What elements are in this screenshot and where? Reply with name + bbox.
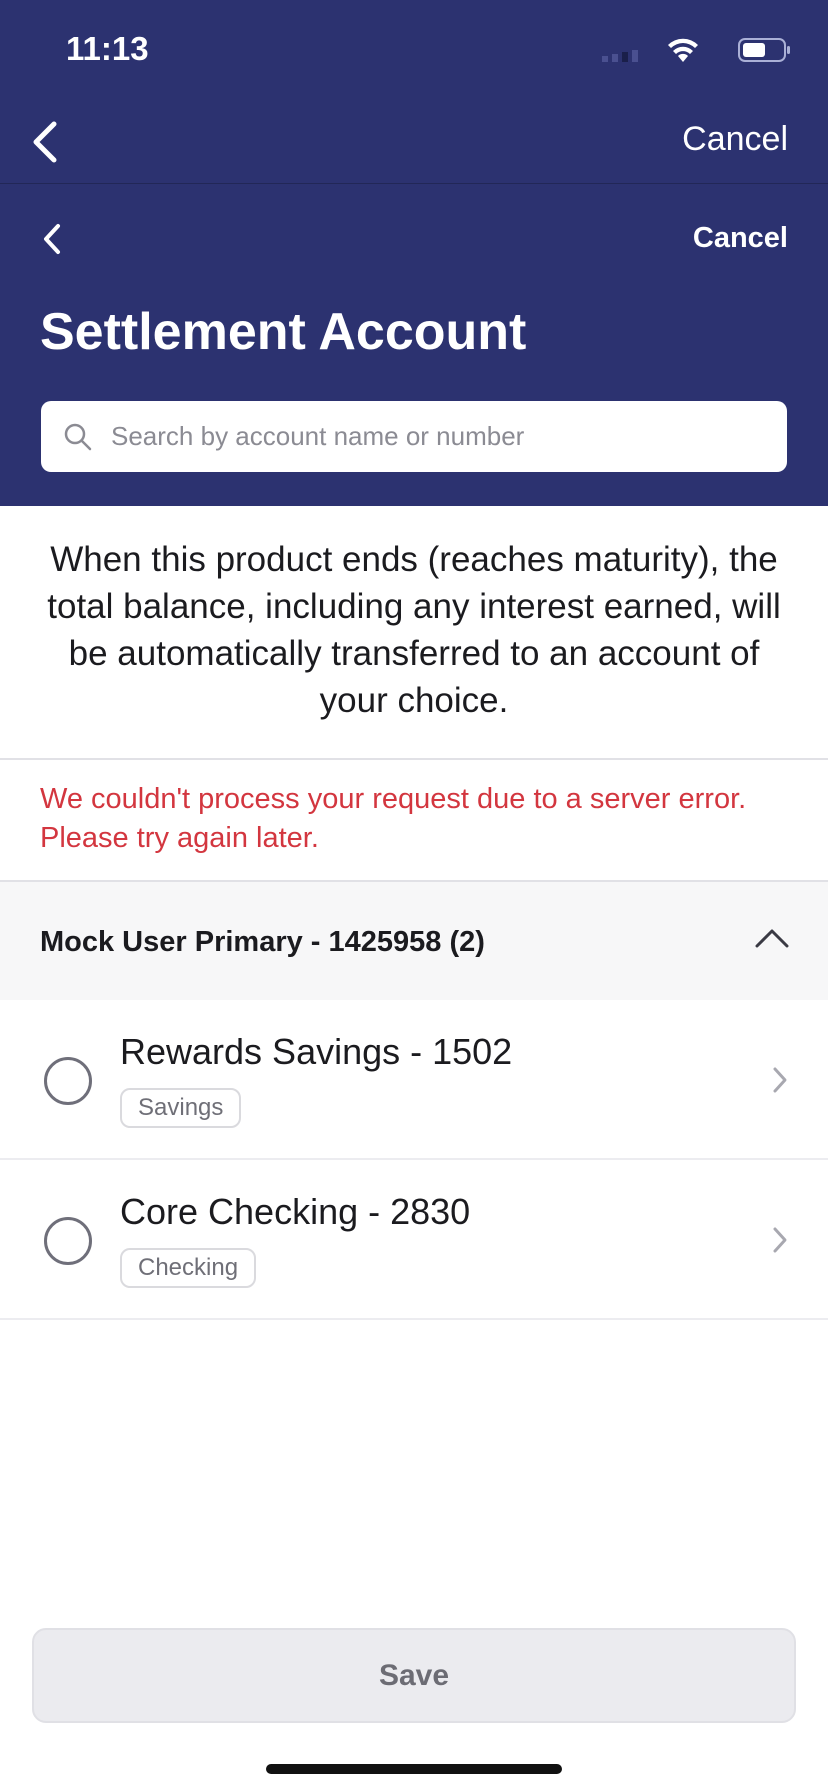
cellular-signal-icon <box>602 50 638 62</box>
error-message: We couldn't process your request due to … <box>40 783 747 854</box>
status-icons <box>592 36 792 64</box>
chevron-right-icon[interactable] <box>772 1226 788 1254</box>
chevron-right-icon[interactable] <box>772 1066 788 1094</box>
page-title: Settlement Account <box>40 303 527 361</box>
account-group-title: Mock User Primary - 1425958 (2) <box>40 926 485 958</box>
header: 11:13 Cancel Cancel Settlement Account S… <box>0 0 828 506</box>
radio-button[interactable] <box>44 1217 92 1265</box>
account-row[interactable]: Core Checking - 2830 Checking <box>0 1160 828 1320</box>
search-icon <box>64 423 92 451</box>
account-type-tag: Checking <box>120 1248 257 1288</box>
chevron-up-icon[interactable] <box>754 927 790 949</box>
account-name: Rewards Savings - 1502 <box>120 1031 513 1072</box>
divider <box>0 758 828 760</box>
battery-icon <box>738 38 790 62</box>
maturity-description: When this product ends (reaches maturity… <box>47 540 781 720</box>
search-input[interactable] <box>101 401 771 472</box>
status-time: 11:13 <box>66 30 149 67</box>
wifi-icon <box>668 38 698 62</box>
back-inner-icon[interactable] <box>40 222 64 256</box>
status-bar: 11:13 <box>0 0 828 100</box>
save-button[interactable]: Save <box>32 1628 796 1723</box>
cancel-inner-button[interactable]: Cancel <box>693 222 788 255</box>
radio-button[interactable] <box>44 1057 92 1105</box>
home-indicator <box>266 1764 562 1774</box>
inner-nav-bar: Cancel <box>0 184 828 294</box>
search-box[interactable] <box>41 401 787 472</box>
settlement-account-screen: 11:13 Cancel Cancel Settlement Account S… <box>0 0 828 1792</box>
account-row[interactable]: Rewards Savings - 1502 Savings <box>0 1000 828 1160</box>
back-outer-icon[interactable] <box>26 120 66 164</box>
account-group-header[interactable]: Mock User Primary - 1425958 (2) <box>0 880 828 1000</box>
cancel-outer-button[interactable]: Cancel <box>682 120 788 159</box>
outer-nav-bar: Cancel <box>0 100 828 184</box>
account-name: Core Checking - 2830 <box>120 1191 471 1232</box>
account-type-tag: Savings <box>120 1088 242 1128</box>
